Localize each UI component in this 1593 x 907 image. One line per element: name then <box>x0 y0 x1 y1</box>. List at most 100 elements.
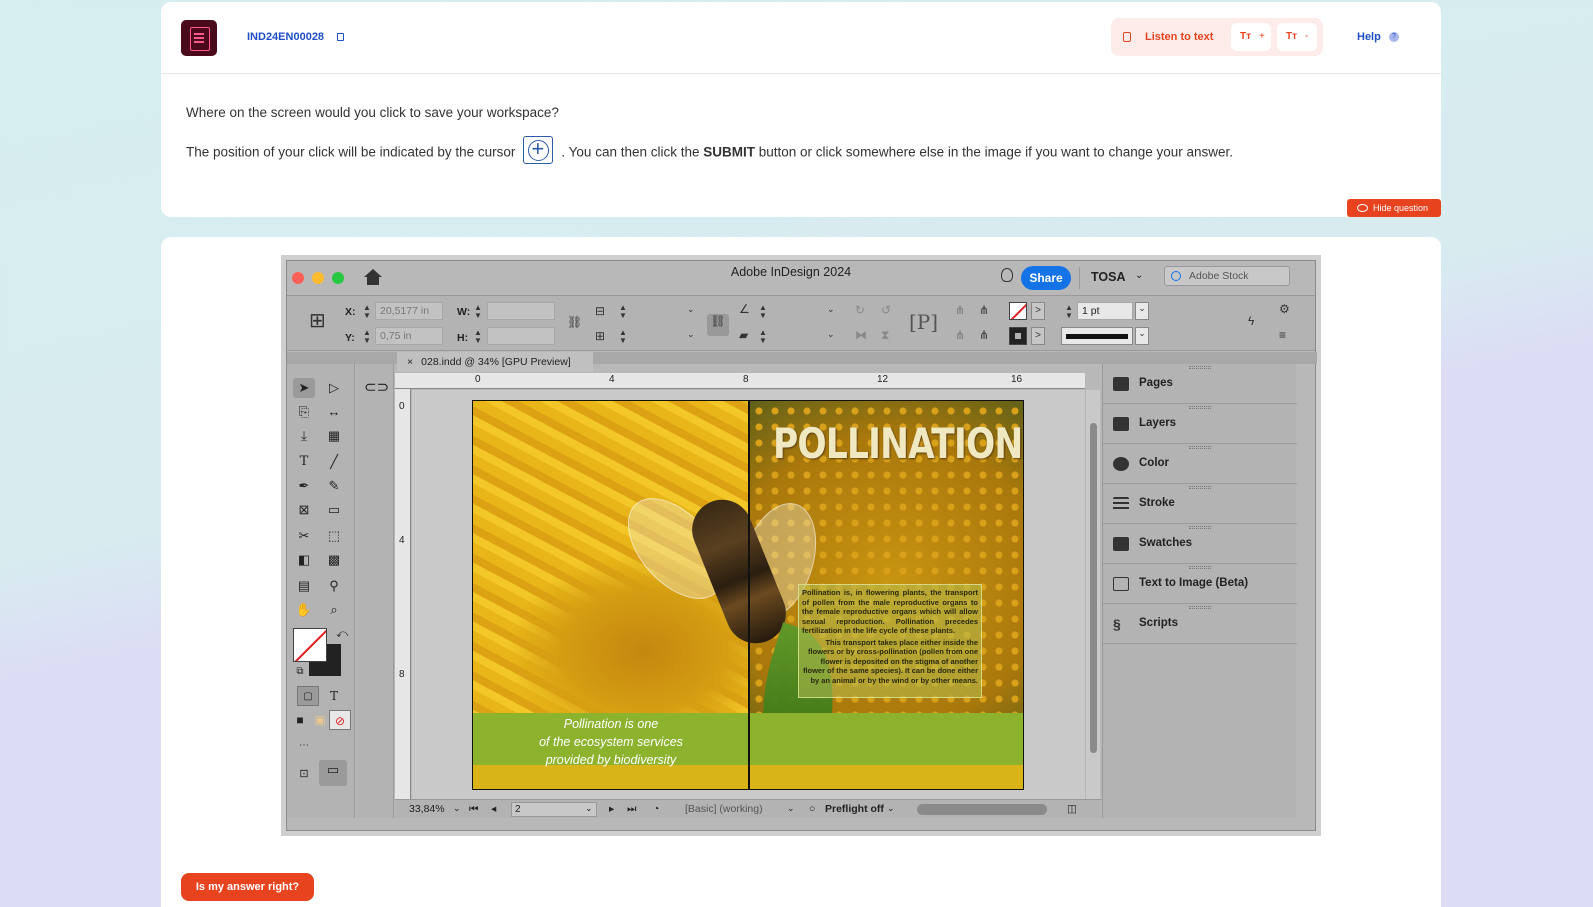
formatting-text-icon[interactable]: T <box>323 686 345 706</box>
fill-color-box[interactable] <box>293 628 327 662</box>
chevron-down-icon[interactable]: ⌄ <box>1135 327 1149 345</box>
first-page-icon[interactable]: ⏮ <box>469 803 478 816</box>
line-tool-icon[interactable]: ╱ <box>323 452 345 472</box>
gap-tool-icon[interactable]: ↔ <box>323 402 345 422</box>
x-stepper[interactable]: ▲ ▼ <box>363 304 371 320</box>
split-view-icon[interactable]: ◫ <box>1067 803 1077 815</box>
chevron-down-icon[interactable]: ⌄ <box>453 803 461 814</box>
scale-x-icon[interactable]: ⊟ <box>595 304 605 318</box>
links-icon[interactable]: ⊂⊃ <box>364 378 389 398</box>
w-stepper[interactable]: ▲ ▼ <box>474 304 482 320</box>
rectangle-tool-icon[interactable]: ▭ <box>323 500 345 520</box>
content-placer-icon[interactable]: ▦ <box>323 426 345 446</box>
w-field[interactable] <box>487 302 555 320</box>
next-page-icon[interactable]: ▸ <box>609 803 614 815</box>
screen-mode-normal-icon[interactable]: ▭ <box>319 760 347 786</box>
panel-color[interactable]: Color <box>1103 444 1297 484</box>
lightning-icon[interactable]: ϟ <box>1248 314 1254 328</box>
paragraph-icon[interactable]: [P] <box>909 310 938 334</box>
rotate-ccw-icon[interactable]: ↺ <box>881 303 891 317</box>
shear-stepper[interactable]: ▲ ▼ <box>759 329 767 345</box>
indesign-window[interactable]: Adobe InDesign 2024 Share TOSA ⌄ Adobe S… <box>286 260 1317 831</box>
y-field[interactable]: 0,75 in <box>375 327 443 345</box>
selection-tool-icon[interactable]: ➤ <box>293 378 315 398</box>
select-content-icon[interactable]: ⋔ <box>955 328 965 342</box>
panel-stroke[interactable]: Stroke <box>1103 484 1297 524</box>
chevron-down-icon[interactable]: ⌄ <box>687 329 695 340</box>
document-title[interactable]: POLLINATION <box>773 419 1023 468</box>
copy-icon[interactable] <box>337 33 344 41</box>
increase-text-size-button[interactable]: Tт + <box>1231 23 1271 51</box>
constrain-proportions-icon[interactable]: ⛓ <box>567 315 582 329</box>
type-tool-icon[interactable]: T <box>293 452 315 472</box>
shear-angle-icon[interactable]: ▰ <box>739 328 748 342</box>
vertical-ruler[interactable]: 0 4 8 <box>395 389 411 799</box>
rotate-angle-icon[interactable]: ∠ <box>739 302 750 316</box>
open-page-icon[interactable]: ◔ <box>653 803 659 815</box>
preflight-status[interactable]: Preflight off <box>825 803 884 815</box>
listen-to-text-button[interactable]: Listen to text <box>1145 31 1213 43</box>
adobe-stock-search[interactable]: Adobe Stock <box>1164 266 1290 286</box>
tagline-text[interactable]: Pollination is one of the ecosystem serv… <box>473 713 749 769</box>
direct-selection-tool-icon[interactable]: ▷ <box>323 378 345 398</box>
previous-page-icon[interactable]: ◂ <box>491 803 496 815</box>
pencil-tool-icon[interactable]: ✎ <box>323 476 345 496</box>
stroke-swatch[interactable] <box>1009 327 1027 345</box>
apply-gradient-icon[interactable]: ▣ <box>309 710 331 730</box>
help-icon[interactable]: ? <box>1389 32 1399 42</box>
horizontal-ruler[interactable]: 0 4 8 12 16 <box>395 373 1085 389</box>
swap-colors-icon[interactable]: ⤺ <box>331 624 353 644</box>
eyedropper-tool-icon[interactable]: ⚲ <box>323 576 345 596</box>
chevron-down-icon[interactable]: ⌄ <box>1135 302 1149 320</box>
scale-y-icon[interactable]: ⊞ <box>595 329 605 343</box>
help-link[interactable]: Help <box>1357 31 1381 43</box>
body-text-frame[interactable]: Pollination is, in flowering plants, the… <box>798 584 982 698</box>
panel-pages[interactable]: Pages <box>1103 364 1297 404</box>
lightbulb-icon[interactable] <box>1001 268 1013 282</box>
hide-question-button[interactable]: Hide question <box>1347 199 1441 217</box>
chevron-down-icon[interactable]: ⌄ <box>787 803 795 814</box>
panel-text-to-image[interactable]: Text to Image (Beta) <box>1103 564 1297 604</box>
y-stepper[interactable]: ▲ ▼ <box>363 329 371 345</box>
hamburger-menu-icon[interactable]: ≡ <box>1279 328 1286 342</box>
preflight-profile[interactable]: [Basic] (working) <box>685 803 763 815</box>
stroke-menu-arrow[interactable]: > <box>1031 327 1045 345</box>
panel-layers[interactable]: Layers <box>1103 404 1297 444</box>
gear-icon[interactable]: ⚙ <box>1279 302 1290 316</box>
view-mode-icon[interactable]: ⊡ <box>293 764 315 784</box>
document-spread[interactable]: Pollination is one of the ecosystem serv… <box>472 400 1024 790</box>
chevron-down-icon[interactable]: ⌄ <box>687 304 695 315</box>
h-stepper[interactable]: ▲ ▼ <box>474 329 482 345</box>
chevron-down-icon[interactable]: ⌄ <box>887 803 895 814</box>
horizontal-scrollbar-thumb[interactable] <box>917 804 1047 815</box>
chevron-down-icon[interactable]: ⌄ <box>1135 270 1143 281</box>
chevron-down-icon[interactable]: ⌄ <box>585 803 593 814</box>
apply-color-icon[interactable]: ■ <box>289 710 311 730</box>
gradient-swatch-tool-icon[interactable]: ◧ <box>293 550 315 570</box>
hand-tool-icon[interactable]: ✋ <box>293 600 315 620</box>
select-next-icon[interactable]: ⋔ <box>979 303 989 317</box>
screen-mode-icon[interactable]: ⋯ <box>293 736 315 756</box>
x-field[interactable]: 20,5177 in <box>375 302 443 320</box>
check-answer-button[interactable]: Is my answer right? <box>181 873 314 901</box>
scale-y-stepper[interactable]: ▲ ▼ <box>619 329 627 345</box>
chevron-down-icon[interactable]: ⌄ <box>827 329 835 340</box>
panel-swatches[interactable]: Swatches <box>1103 524 1297 564</box>
zoom-level[interactable]: 33,84% <box>409 803 445 815</box>
link-scale-icon[interactable]: ⛓ <box>707 314 729 336</box>
stroke-weight-field[interactable]: 1 pt <box>1077 302 1133 320</box>
apply-none-icon[interactable]: ⊘ <box>329 710 351 730</box>
share-button[interactable]: Share <box>1021 266 1071 290</box>
formatting-container-icon[interactable]: ▢ <box>297 686 319 706</box>
document-tab[interactable]: × 028.indd @ 34% [GPU Preview] <box>397 352 593 372</box>
decrease-text-size-button[interactable]: Tт - <box>1277 23 1317 51</box>
rectangle-frame-tool-icon[interactable]: ⊠ <box>293 500 315 520</box>
h-field[interactable] <box>487 327 555 345</box>
content-collector-icon[interactable]: ⤓ <box>293 426 315 446</box>
panel-scripts[interactable]: § Scripts <box>1103 604 1297 644</box>
gradient-feather-tool-icon[interactable]: ▩ <box>323 550 345 570</box>
rotate-stepper[interactable]: ▲ ▼ <box>759 304 767 320</box>
stroke-weight-stepper[interactable]: ▲ ▼ <box>1065 304 1073 320</box>
reference-point-icon[interactable]: ⊞ <box>309 308 326 333</box>
stroke-type-select[interactable] <box>1061 327 1133 345</box>
